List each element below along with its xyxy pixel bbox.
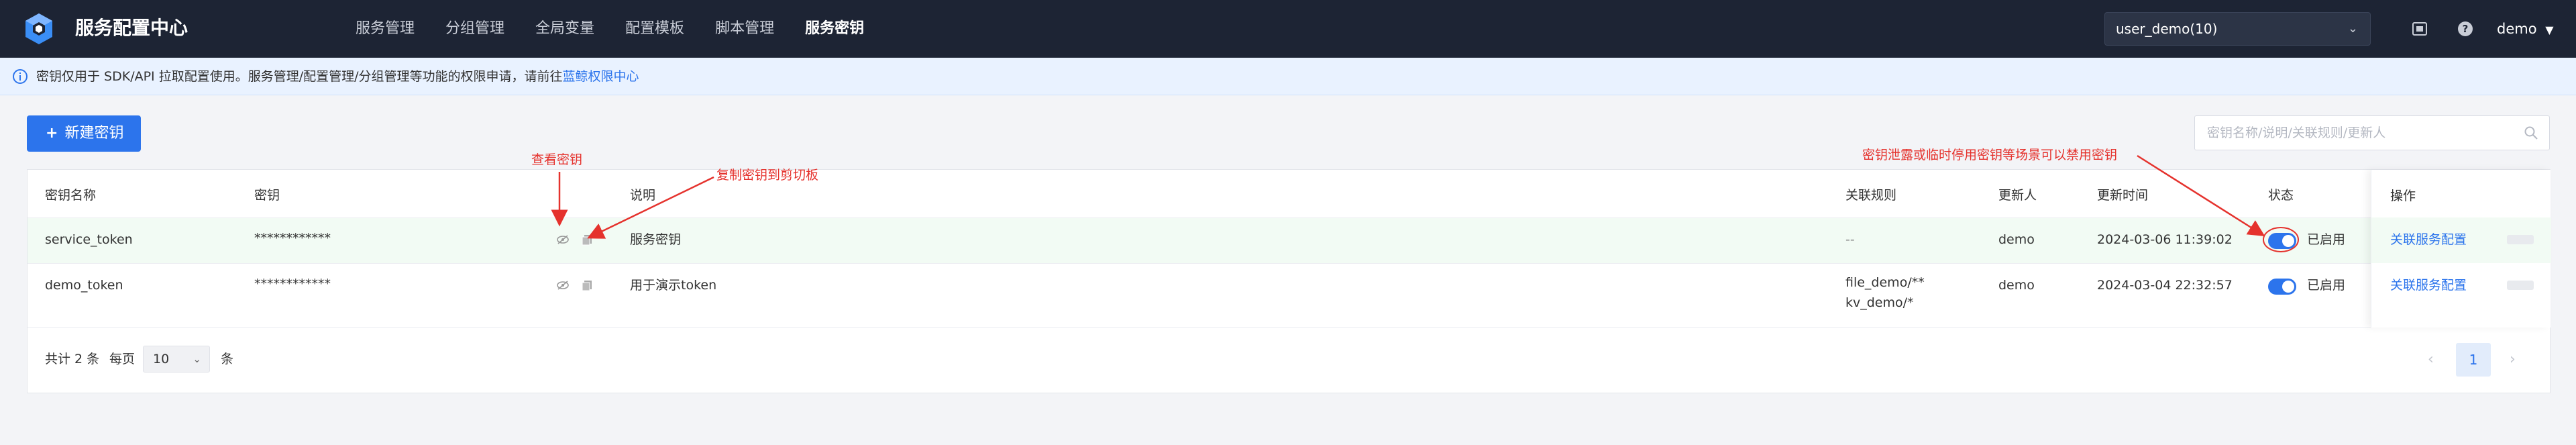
row-rule: kv_demo/* xyxy=(1845,295,1914,310)
col-header-secret: 密钥 xyxy=(254,188,280,203)
col-header-desc: 说明 xyxy=(630,188,656,203)
nav-group-management[interactable]: 分组管理 xyxy=(445,0,504,58)
annotation-disable-hint: 密钥泄露或临时停用密钥等场景可以禁用密钥 xyxy=(1862,148,2118,162)
more-action-placeholder[interactable] xyxy=(2507,235,2534,244)
search-box[interactable] xyxy=(2194,115,2550,150)
app-title: 服务配置中心 xyxy=(75,17,189,39)
cube-logo-icon xyxy=(25,13,52,44)
more-action-placeholder[interactable] xyxy=(2507,281,2534,290)
caret-down-icon: ▼ xyxy=(2545,23,2554,36)
chevron-down-icon: ⌄ xyxy=(193,353,201,365)
permission-center-link[interactable]: 蓝鲸权限中心 xyxy=(563,69,639,84)
toggle-knob xyxy=(2282,235,2294,247)
row-secret-masked: ************ xyxy=(254,277,331,291)
tenant-select-value: user_demo(10) xyxy=(2116,21,2218,37)
new-secret-button[interactable]: + 新建密钥 xyxy=(27,115,141,152)
row-secret-name: service_token xyxy=(45,232,133,247)
row-secret-name: demo_token xyxy=(45,278,123,293)
top-header: 服务配置中心 服务管理 分组管理 全局变量 配置模板 脚本管理 服务密钥 use… xyxy=(0,0,2576,58)
eye-slash-icon[interactable] xyxy=(556,233,570,246)
tenant-select[interactable]: user_demo(10) ⌄ xyxy=(2104,12,2371,46)
toggle-knob xyxy=(2282,281,2294,293)
annotation-view-secret: 查看密钥 xyxy=(531,152,583,167)
col-header-ops: 操作 xyxy=(2390,189,2416,203)
row-secret-masked: ************ xyxy=(254,231,331,246)
status-toggle[interactable] xyxy=(2268,279,2296,295)
col-header-status: 状态 xyxy=(2268,188,2294,203)
table-row: demo_token ************ 用于演示token file_d… xyxy=(28,263,2550,328)
search-input[interactable] xyxy=(2195,116,2510,150)
col-header-rules: 关联规则 xyxy=(1845,188,1897,203)
row-updater: demo xyxy=(1998,232,2035,247)
row-status: 已启用 xyxy=(2307,232,2346,247)
search-icon[interactable] xyxy=(2524,126,2538,140)
total-count: 共计 2 条 xyxy=(45,352,100,366)
help-icon[interactable]: ? xyxy=(2457,20,2474,38)
eye-slash-icon[interactable] xyxy=(556,279,570,292)
per-page-label: 每页 xyxy=(109,352,136,366)
row-desc: 用于演示token xyxy=(630,278,717,293)
page-1-button[interactable]: 1 xyxy=(2456,343,2491,377)
row-rule: -- xyxy=(1845,232,1855,247)
info-icon xyxy=(13,69,28,84)
plus-icon: + xyxy=(46,125,58,142)
row-rule: file_demo/** xyxy=(1845,275,1925,290)
chevron-down-icon: ⌄ xyxy=(2347,21,2358,36)
nav-service-management[interactable]: 服务管理 xyxy=(356,0,415,58)
row-updated-at: 2024-03-06 11:39:02 xyxy=(2097,232,2233,247)
status-toggle[interactable] xyxy=(2268,233,2296,249)
col-header-updater: 更新人 xyxy=(1998,188,2037,203)
link-service-config-button[interactable]: 关联服务配置 xyxy=(2390,275,2467,293)
col-header-name: 密钥名称 xyxy=(45,188,97,203)
svg-text:?: ? xyxy=(2463,23,2469,35)
notice-text: 密钥仅用于 SDK/API 拉取配置使用。服务管理/配置管理/分组管理等功能的权… xyxy=(36,69,563,84)
row-updated-at: 2024-03-04 22:32:57 xyxy=(2097,278,2233,293)
row-desc: 服务密钥 xyxy=(630,232,682,247)
copy-icon[interactable] xyxy=(580,279,594,292)
window-icon[interactable] xyxy=(2411,20,2428,38)
operations-column: 操作 关联服务配置 关联服务配置 xyxy=(2371,170,2551,328)
page-size-select[interactable]: 10 ⌄ xyxy=(143,346,210,373)
row-updater: demo xyxy=(1998,278,2035,293)
info-notice: 密钥仅用于 SDK/API 拉取配置使用。服务管理/配置管理/分组管理等功能的权… xyxy=(0,58,2576,95)
table-row: service_token ************ 服务密钥 -- demo … xyxy=(28,217,2550,263)
row-status: 已启用 xyxy=(2307,278,2346,293)
nav-global-variables[interactable]: 全局变量 xyxy=(535,0,594,58)
page-size-unit: 条 xyxy=(221,352,234,366)
new-secret-label: 新建密钥 xyxy=(64,125,124,142)
link-service-config-button[interactable]: 关联服务配置 xyxy=(2390,230,2467,248)
annotation-copy-secret: 复制密钥到剪切板 xyxy=(716,168,819,183)
user-menu[interactable]: demo ▼ xyxy=(2497,15,2554,44)
main-nav: 服务管理 分组管理 全局变量 配置模板 脚本管理 服务密钥 xyxy=(356,0,895,58)
nav-service-secrets[interactable]: 服务密钥 xyxy=(805,0,864,58)
user-name: demo xyxy=(2497,21,2537,37)
next-page-button[interactable]: › xyxy=(2510,351,2516,368)
copy-icon[interactable] xyxy=(580,233,594,246)
nav-config-templates[interactable]: 配置模板 xyxy=(625,0,684,58)
col-header-updated-at: 更新时间 xyxy=(2097,188,2149,203)
secret-table-panel: 密钥名称 密钥 说明 关联规则 更新人 更新时间 状态 service_toke… xyxy=(27,169,2551,393)
page-size-value: 10 xyxy=(153,352,170,366)
prev-page-button[interactable]: ‹ xyxy=(2428,351,2434,368)
nav-script-management[interactable]: 脚本管理 xyxy=(715,0,774,58)
